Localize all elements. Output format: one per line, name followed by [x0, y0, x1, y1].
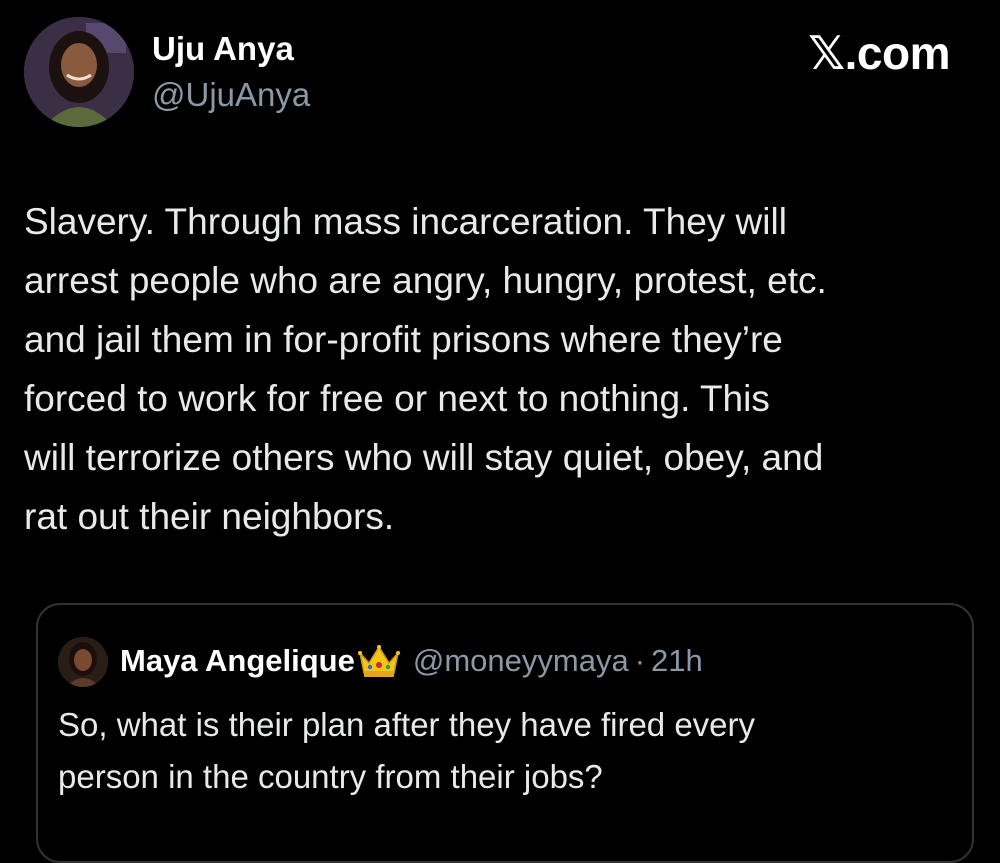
quoted-separator: · [634, 643, 646, 678]
quoted-display-name[interactable]: Maya Angelique [120, 643, 355, 679]
author-avatar[interactable] [24, 17, 134, 127]
quoted-tweet[interactable]: Maya Angelique @moneyymaya · 21h So, wha… [36, 603, 974, 863]
tweet-line: rat out their neighbors. [24, 496, 395, 537]
quoted-author-avatar[interactable] [58, 637, 108, 687]
tweet-line: arrest people who are angry, hungry, pro… [24, 260, 827, 301]
profile-photo-icon [24, 17, 134, 127]
author-display-name[interactable]: Uju Anya [152, 30, 294, 68]
x-logo: 𝕏.com [808, 26, 950, 80]
tweet-line: Slavery. Through mass incarceration. The… [24, 201, 787, 242]
quoted-line: person in the country from their jobs? [58, 758, 603, 795]
tweet-card: Uju Anya @UjuAnya 𝕏.com Slavery. Through… [0, 0, 1000, 863]
x-icon: 𝕏 [808, 26, 845, 80]
quoted-header: Maya Angelique @moneyymaya · 21h [120, 643, 703, 679]
tweet-line: forced to work for free or next to nothi… [24, 378, 770, 419]
quoted-handle[interactable]: @moneyymaya [413, 643, 629, 679]
tweet-text: Slavery. Through mass incarceration. The… [24, 192, 984, 546]
tweet-line: and jail them in for-profit prisons wher… [24, 319, 783, 360]
brand-suffix: .com [844, 27, 951, 79]
tweet-line: will terrorize others who will stay quie… [24, 437, 824, 478]
quoted-timestamp[interactable]: 21h [651, 643, 703, 679]
quoted-line: So, what is their plan after they have f… [58, 706, 756, 743]
quoted-profile-photo-icon [58, 637, 108, 687]
author-handle[interactable]: @UjuAnya [152, 76, 310, 114]
quoted-text: So, what is their plan after they have f… [58, 699, 958, 803]
crown-icon [357, 643, 401, 679]
